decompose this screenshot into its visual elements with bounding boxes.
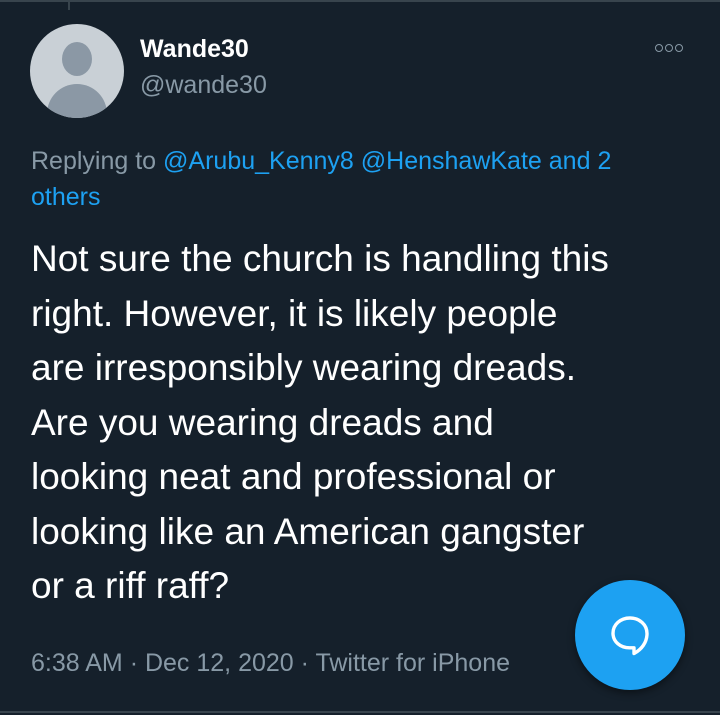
avatar[interactable] — [30, 24, 124, 118]
tweet-text-line: looking like an American gangster — [31, 510, 585, 552]
tweet-text-line: are irresponsibly wearing dreads. — [31, 347, 576, 388]
more-dot — [675, 44, 683, 52]
tweet-text-line: looking neat and professional or — [31, 456, 556, 497]
display-name[interactable]: Wande30 — [140, 34, 249, 64]
top-divider — [0, 0, 720, 2]
tweet-text-line: Not sure the church is handling this — [31, 238, 609, 279]
avatar-body-shape — [47, 84, 107, 118]
tweet-time: 6:38 AM — [31, 649, 123, 677]
bottom-divider — [0, 711, 720, 713]
tweet-text-line: Are you wearing dreads and — [31, 401, 494, 443]
avatar-head-shape — [62, 42, 92, 76]
more-dot — [665, 44, 673, 52]
replying-to-label: Replying to — [31, 147, 157, 175]
thread-connector — [68, 0, 70, 10]
more-options-icon[interactable] — [655, 41, 689, 55]
replying-to-line: Replying to @Arubu_Kenny8 @HenshawKate a… — [31, 143, 681, 215]
meta-separator: · — [300, 649, 309, 677]
mention-link[interactable]: @HenshawKate — [361, 147, 542, 175]
meta-separator: · — [129, 649, 139, 677]
reply-bubble-icon — [611, 616, 649, 656]
tweet-text-line: right. However, it is likely people — [31, 292, 558, 334]
mention-link[interactable]: @Arubu_Kenny8 — [163, 147, 354, 175]
tweet-metadata: 6:38 AM · Dec 12, 2020 · Twitter for iPh… — [31, 646, 510, 680]
tweet-source[interactable]: Twitter for iPhone — [315, 649, 510, 677]
reply-fab-button[interactable] — [575, 580, 685, 690]
and-joiner[interactable]: and — [549, 147, 591, 175]
tweet-text: Not sure the church is handling this rig… — [31, 232, 701, 614]
tweet-date: Dec 12, 2020 — [144, 649, 294, 677]
more-dot — [655, 44, 663, 52]
user-handle[interactable]: @wande30 — [140, 70, 267, 100]
tweet-detail-screen: Wande30 @wande30 Replying to @Arubu_Kenn… — [0, 0, 720, 715]
